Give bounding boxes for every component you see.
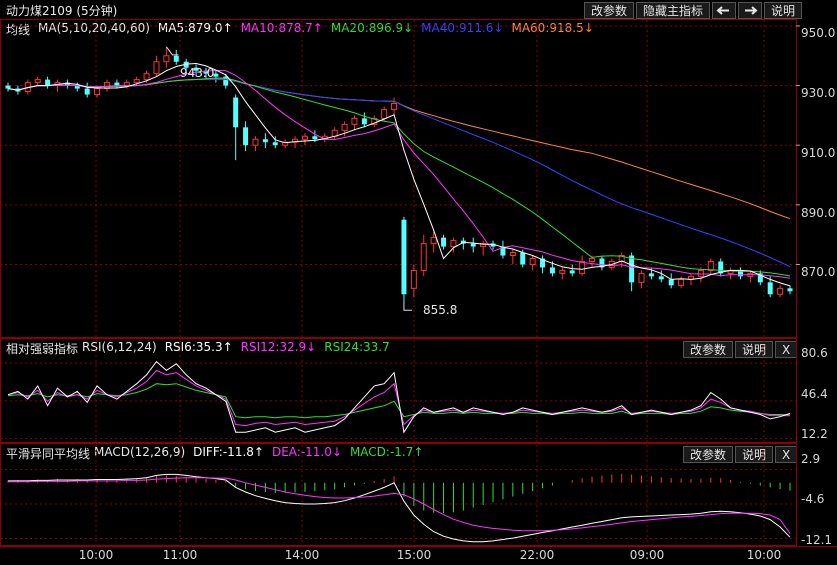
candle-body: [549, 267, 555, 274]
price-tick: 870.0: [801, 265, 836, 279]
candle-body: [243, 127, 249, 146]
candle-body: [648, 273, 654, 277]
candle-body: [697, 269, 704, 277]
rsi6-line: [7, 360, 791, 434]
rsi-tick: 80.6: [801, 346, 828, 360]
candle-body: [262, 139, 268, 143]
price-tick: 930.0: [801, 86, 836, 100]
price-tick: 890.0: [801, 206, 836, 220]
price-tick: 950.0: [801, 26, 836, 40]
candle-body: [450, 240, 457, 248]
panel-frame: [0, 443, 797, 546]
ma20-line: [7, 77, 791, 277]
candle-body: [678, 278, 685, 286]
candle-body: [233, 97, 239, 128]
candle-body: [410, 269, 417, 289]
candle-body: [341, 123, 348, 131]
panel-frame: [0, 338, 797, 443]
candle-body: [420, 243, 427, 271]
candle-body: [470, 243, 476, 247]
time-tick: 10:00: [78, 548, 114, 562]
candle-body: [707, 260, 714, 271]
candle-body: [589, 257, 596, 262]
candle-body: [520, 252, 526, 265]
candle-body: [173, 55, 179, 62]
candle-body: [668, 279, 674, 286]
candle-body: [301, 135, 308, 140]
time-tick: 15:00: [396, 548, 432, 562]
ma10-line: [7, 69, 791, 279]
candle-body: [579, 260, 586, 274]
ma5-line: [7, 62, 791, 287]
candle-body: [569, 270, 575, 274]
candle-body: [559, 269, 566, 274]
candle-body: [391, 102, 398, 110]
candle-body: [143, 73, 150, 81]
time-tick: 14:00: [284, 548, 320, 562]
candle-body: [401, 219, 407, 295]
candle-body: [787, 288, 793, 292]
time-tick: 22:00: [519, 548, 555, 562]
candle-body: [658, 276, 664, 280]
ma40-line: [7, 78, 791, 268]
candle-body: [441, 237, 447, 247]
candle-body: [638, 272, 645, 283]
time-tick: 10:00: [746, 548, 782, 562]
candle-body: [45, 79, 51, 86]
candle-body: [361, 118, 367, 125]
high-annotation: 943.0: [180, 66, 215, 80]
candle-body: [5, 85, 11, 89]
candle-body: [430, 237, 437, 245]
candle-body: [94, 88, 101, 96]
macd-tick: -12.1: [801, 533, 833, 547]
candle-body: [272, 142, 278, 146]
rsi-tick: 46.4: [801, 387, 828, 401]
candle-body: [381, 108, 388, 119]
candle-body: [351, 117, 358, 125]
time-tick: 11:00: [162, 548, 198, 562]
candle-body: [767, 282, 773, 295]
candle-body: [629, 255, 635, 283]
candle-body: [529, 257, 536, 265]
dea-line: [8, 477, 791, 534]
candle-body: [252, 138, 259, 146]
candle-body: [777, 287, 784, 295]
price-tick: 910.0: [801, 146, 836, 160]
rsi12-line: [7, 369, 791, 427]
candle-body: [509, 252, 516, 257]
macd-tick: 2.9: [801, 452, 821, 466]
macd-tick: -4.6: [801, 492, 825, 506]
candle-body: [133, 79, 140, 84]
low-annotation: 855.8: [423, 303, 458, 317]
diff-line: [8, 473, 791, 543]
candle-body: [153, 61, 160, 75]
time-tick: 09:00: [629, 548, 665, 562]
low-leader: [403, 300, 412, 311]
candle-body: [84, 88, 90, 95]
candle-body: [163, 55, 170, 63]
chart-canvas[interactable]: [0, 0, 837, 565]
rsi-tick: 12.2: [801, 427, 828, 441]
candle-body: [34, 79, 41, 84]
panel-frame: [0, 19, 797, 338]
ma60-line: [7, 78, 791, 220]
candle-body: [312, 136, 318, 140]
